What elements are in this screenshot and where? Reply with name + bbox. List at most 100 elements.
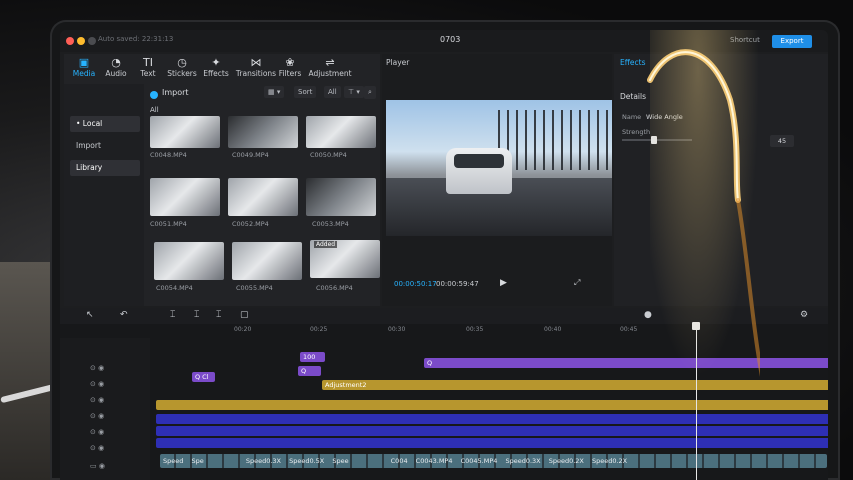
media-clip-thumb[interactable] [150,178,220,216]
details-heading: Details [620,92,647,101]
import-icon[interactable] [150,91,158,99]
undo-icon[interactable]: ↶ [120,310,128,320]
filter-all-button[interactable]: All [324,86,341,98]
tab-effects[interactable]: ✦ Effects [198,56,234,78]
media-clip-thumb[interactable] [232,242,302,280]
tab-text[interactable]: TI Text [130,56,166,78]
clip-label: Speed0.3X [245,457,281,465]
delete-icon[interactable]: ▢ [240,310,249,320]
media-clip-thumb[interactable] [228,178,298,216]
timeline-clip[interactable] [156,400,828,410]
laptop-screen: Auto saved: 22:31:13 0703 Shortcut Expor… [60,30,828,480]
mic-icon[interactable]: ● [644,310,652,320]
play-icon[interactable]: ▶ [500,278,507,288]
lock-icon[interactable]: ⊙ ◉ [90,364,104,372]
media-clip-thumb[interactable] [306,116,376,148]
section-label: All [150,106,159,114]
adjustment-icon: ⇌ [325,56,335,69]
fullscreen-icon[interactable]: ⤢ [574,278,580,288]
timeline-clip[interactable]: 100 [300,352,325,362]
import-button[interactable]: Import [162,88,189,97]
main-track-clip[interactable]: Speed Spe Speed0.3X Speed0.5X Spee C004 … [160,454,827,468]
clip-label: Speed0.3X [505,457,541,465]
video-preview[interactable] [386,100,612,236]
autosave-status: Auto saved: 22:31:13 [98,35,174,43]
media-clip-name: C0055.MP4 [236,284,273,292]
lock-icon[interactable]: ⊙ ◉ [90,380,104,388]
media-clip-name: C0052.MP4 [232,220,269,228]
strength-value[interactable]: 45 [770,135,794,147]
timeline-clip[interactable] [156,414,828,424]
ruler-tick: 00:30 [388,326,406,333]
playhead[interactable] [696,324,697,480]
lock-icon[interactable]: ⊙ ◉ [90,428,104,436]
media-panel: ▣ Media ◔ Audio TI Text ◷ Stickers ✦ Eff… [64,54,380,306]
select-icon[interactable]: ↖ [86,310,94,320]
timeline-clip[interactable]: Q [424,358,828,368]
clip-label: C0043.MP4 [415,457,453,465]
timeline-clip[interactable] [156,426,828,436]
tab-media[interactable]: ▣ Media [66,56,102,78]
media-clip-thumb[interactable] [306,178,376,216]
tab-adjustment[interactable]: ⇌ Adjustment [306,56,354,78]
title-bar: Auto saved: 22:31:13 0703 Shortcut Expor… [60,30,828,52]
settings-icon[interactable]: ⚙ [800,310,808,320]
ruler-tick: 00:35 [466,326,484,333]
timeline-clip[interactable]: Q Cl [192,372,215,382]
railing [498,110,612,170]
name-label: Name [622,113,642,121]
tab-filters[interactable]: ❀ Filters [272,56,308,78]
export-button[interactable]: Export [772,35,812,48]
filter-type-button[interactable]: ⊤ ▾ [344,86,364,98]
media-clip-thumb[interactable] [150,116,220,148]
current-time: 00:00:50:17 [394,280,437,288]
lock-icon[interactable]: ⊙ ◉ [90,396,104,404]
tab-stickers[interactable]: ◷ Stickers [164,56,200,78]
clip-label: Speed0.5X [289,457,325,465]
effects-panel: Effects Details Name Wide Angle Strength… [614,54,828,306]
sort-button[interactable]: Sort [294,86,317,98]
strength-label: Strength [622,128,651,136]
strength-slider[interactable] [622,139,692,141]
minimize-dot-icon[interactable] [77,37,85,45]
timeline-clip[interactable] [156,438,828,448]
stickers-icon: ◷ [177,56,187,69]
sidebar-item-import[interactable]: Import [70,138,140,154]
strength-slider-handle[interactable] [650,136,657,144]
media-clip-name: C0050.MP4 [310,151,347,159]
timeline-ruler[interactable]: 00:20 00:25 00:30 00:35 00:40 00:45 [150,326,828,336]
car-window [454,154,504,168]
media-side-nav: • Local Import Library [64,84,144,306]
close-dot-icon[interactable] [66,37,74,45]
lock-icon[interactable]: ⊙ ◉ [90,444,104,452]
audio-icon: ◔ [111,56,121,69]
text-icon: TI [143,56,153,69]
media-clip-thumb[interactable] [228,116,298,148]
trim-left-icon[interactable]: ⌶ [194,310,199,320]
effect-name: Wide Angle [646,113,683,121]
media-clip-name: C0051.MP4 [150,220,187,228]
tab-audio[interactable]: ◔ Audio [98,56,134,78]
split-icon[interactable]: ⌶ [170,310,175,320]
playhead-handle[interactable] [692,322,700,330]
player-title: Player [386,58,410,67]
project-title: 0703 [440,35,461,44]
timeline-clip[interactable]: Q [298,366,321,376]
timeline-clip[interactable]: Adjustment2 [322,380,828,390]
timeline-toolbar: ↖ ↶ ⌶ ⌶ ⌶ ▢ ● ⚙ [60,308,828,324]
lock-icon[interactable]: ⊙ ◉ [90,412,104,420]
duration: 00:00:59:47 [436,280,479,288]
sidebar-item-local[interactable]: • Local [70,116,140,132]
zoom-dot-icon[interactable] [88,37,96,45]
cover-icon[interactable]: ▭ ◉ [90,462,105,470]
sidebar-item-library[interactable]: Library [70,160,140,176]
added-badge: Added [314,241,338,248]
search-icon[interactable]: ⌕ [364,86,376,99]
clip-label: Speed [163,457,184,465]
track-headers: ⊙ ◉ ⊙ ◉ ⊙ ◉ ⊙ ◉ ⊙ ◉ ⊙ ◉ ▭ ◉ [60,338,150,480]
tab-effects-details[interactable]: Effects [620,58,646,67]
media-clip-thumb[interactable] [154,242,224,280]
view-toggle-button[interactable]: ▦ ▾ [264,86,285,98]
trim-right-icon[interactable]: ⌶ [216,310,221,320]
shortcut-button[interactable]: Shortcut [730,36,760,44]
